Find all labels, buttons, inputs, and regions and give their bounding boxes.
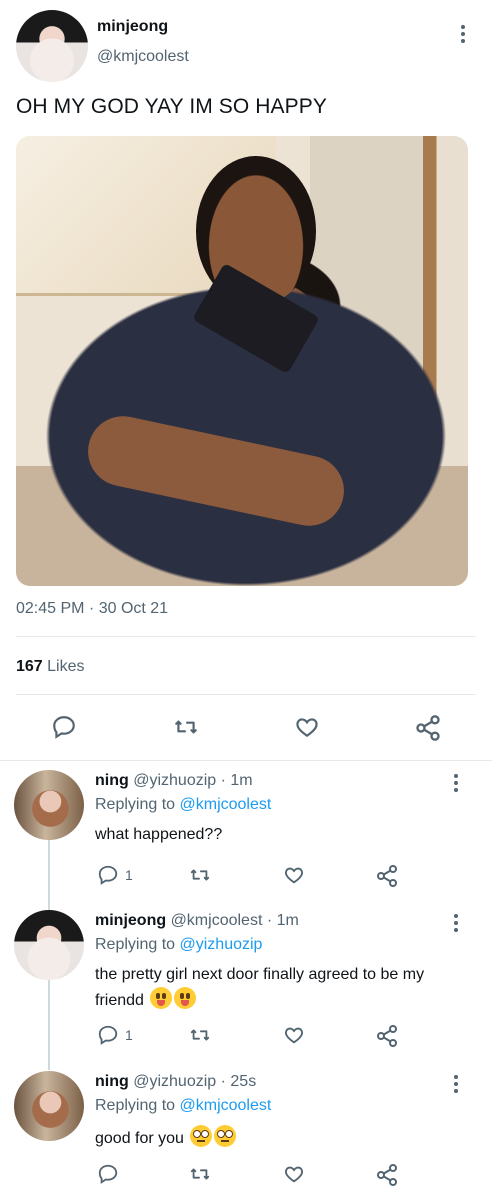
divider — [0, 760, 492, 761]
replying-label: Replying to — [95, 1097, 176, 1114]
reply-avatar[interactable] — [14, 1071, 84, 1141]
reply-handle[interactable]: @kmjcoolest — [171, 912, 263, 929]
reply-text: what happened?? — [95, 823, 465, 847]
replying-label: Replying to — [95, 936, 176, 953]
replying-to-link[interactable]: @kmjcoolest — [180, 796, 272, 813]
share-icon[interactable] — [375, 1024, 399, 1048]
reply-header: minjeong @kmjcoolest · 1m — [95, 912, 299, 930]
like-icon[interactable] — [282, 864, 306, 886]
reply-time[interactable]: · 1m — [221, 772, 253, 789]
likes-number: 167 — [16, 658, 43, 675]
face-with-rolling-eyes-emoji-icon — [190, 1125, 213, 1147]
reply-icon[interactable]: 1 — [97, 864, 133, 886]
reply-text-content: the pretty girl next door finally agreed… — [95, 966, 425, 1009]
replying-to: Replying to @kmjcoolest — [95, 796, 271, 814]
more-options-icon[interactable] — [452, 914, 460, 932]
reply-text: the pretty girl next door finally agreed… — [95, 963, 465, 1013]
reply-text-content: what happened?? — [95, 826, 223, 843]
reply-name[interactable]: ning — [95, 772, 129, 789]
replying-to: Replying to @yizhuozip — [95, 936, 262, 954]
reply-handle[interactable]: @yizhuozip — [133, 772, 216, 789]
thread-connector — [48, 840, 50, 910]
like-icon[interactable] — [282, 1024, 306, 1046]
author-handle[interactable]: @kmjcoolest — [97, 48, 189, 66]
share-icon[interactable] — [375, 864, 399, 888]
tweet-media-image[interactable] — [16, 136, 468, 586]
replying-label: Replying to — [95, 796, 176, 813]
thread-connector — [48, 980, 50, 1070]
reply-icon[interactable]: 1 — [97, 1024, 133, 1046]
face-with-rolling-eyes-emoji-icon — [214, 1125, 237, 1147]
reply-count: 1 — [125, 1027, 133, 1043]
retweet-icon[interactable] — [188, 1163, 212, 1185]
reply-text: good for you — [95, 1125, 465, 1151]
replying-to-link[interactable]: @yizhuozip — [180, 936, 263, 953]
reply-icon[interactable] — [51, 714, 77, 740]
more-options-icon[interactable] — [452, 774, 460, 792]
retweet-icon[interactable] — [188, 864, 212, 886]
replying-to-link[interactable]: @kmjcoolest — [180, 1097, 272, 1114]
reply-avatar[interactable] — [14, 910, 84, 980]
reply-handle[interactable]: @yizhuozip — [133, 1073, 216, 1090]
face-with-tongue-emoji-icon — [174, 987, 197, 1009]
reply-avatar[interactable] — [14, 770, 84, 840]
tweet-text: OH MY GOD YAY IM SO HAPPY — [16, 95, 327, 118]
retweet-icon[interactable] — [188, 1024, 212, 1046]
reply-header: ning @yizhuozip · 25s — [95, 1073, 256, 1091]
divider — [16, 694, 476, 695]
likes-label: Likes — [47, 658, 85, 675]
reply-text-content: good for you — [95, 1130, 184, 1147]
more-options-icon[interactable] — [452, 1075, 460, 1093]
face-with-tongue-emoji-icon — [150, 987, 173, 1009]
reply-icon[interactable] — [97, 1163, 125, 1185]
retweet-icon[interactable] — [172, 714, 200, 740]
like-icon[interactable] — [293, 714, 321, 740]
reply-name[interactable]: minjeong — [95, 912, 166, 929]
share-icon[interactable] — [414, 714, 442, 742]
tweet-timestamp[interactable]: 02:45 PM · 30 Oct 21 — [16, 600, 168, 618]
reply-header: ning @yizhuozip · 1m — [95, 772, 253, 790]
author-avatar[interactable] — [16, 10, 88, 82]
reply-time[interactable]: · 25s — [221, 1073, 257, 1090]
replying-to: Replying to @kmjcoolest — [95, 1097, 271, 1115]
reply-count: 1 — [125, 867, 133, 883]
author-name[interactable]: minjeong — [97, 18, 168, 36]
like-icon[interactable] — [282, 1163, 306, 1185]
likes-count[interactable]: 167 Likes — [16, 658, 85, 676]
share-icon[interactable] — [375, 1163, 399, 1187]
divider — [16, 636, 476, 637]
reply-name[interactable]: ning — [95, 1073, 129, 1090]
reply-time[interactable]: · 1m — [267, 912, 299, 929]
more-options-icon[interactable] — [459, 25, 467, 43]
